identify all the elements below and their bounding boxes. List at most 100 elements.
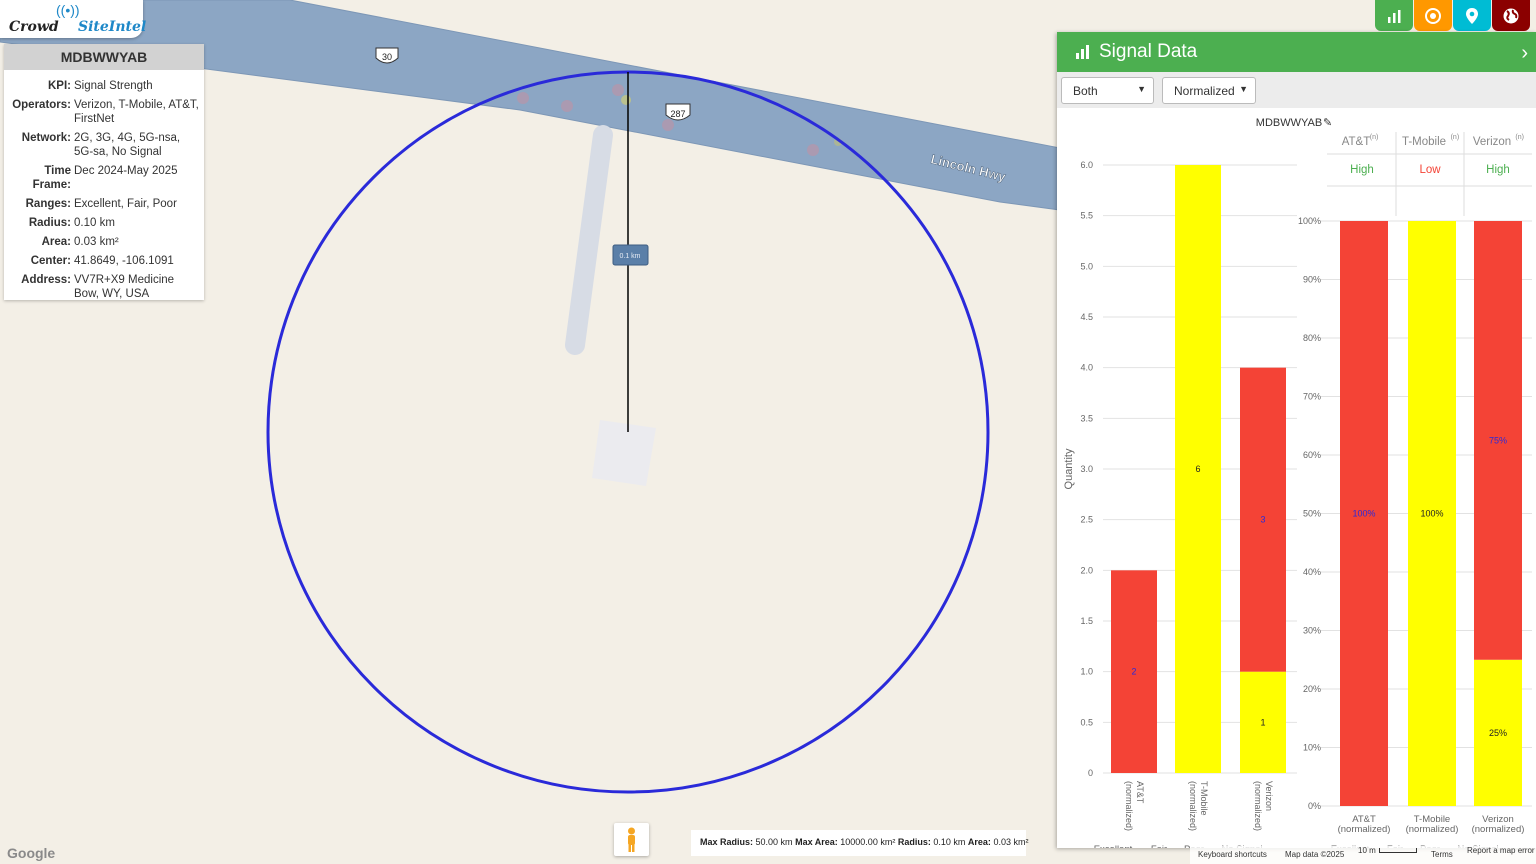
x-category-label: (normalized)	[1124, 781, 1134, 831]
site-info-card: MDBWWYAB KPI: Signal Strength Operators: V…	[4, 44, 204, 300]
y-tick-label: 20%	[1303, 684, 1321, 694]
operator-header-sup: (n)	[1451, 134, 1460, 141]
svg-text:0.1 km: 0.1 km	[619, 253, 640, 260]
y-tick-label: 2.0	[1080, 565, 1093, 575]
report-map-error-link[interactable]: Report a map error	[1467, 846, 1535, 855]
logo-text-siteintel: SiteIntel	[78, 19, 147, 35]
y-tick-label: 10%	[1303, 743, 1321, 753]
y-tick-label: 5.5	[1080, 211, 1093, 221]
pegman-icon	[628, 827, 635, 852]
chart-title: MDBWWYAB	[1256, 117, 1322, 129]
data-label: 6	[1195, 464, 1200, 474]
info-row: Area: 0.03 km²	[41, 236, 119, 248]
data-label: 25%	[1489, 728, 1507, 738]
data-label: 3	[1260, 515, 1265, 525]
signal-data-panel: Signal Data › Both ▼ Normalized ▼ MDBWWYAB…	[1057, 32, 1536, 848]
operator-mode-select[interactable]: Both ▼	[1061, 77, 1154, 104]
edit-pencil-icon: ✎	[1323, 117, 1332, 129]
panel-controls: Both ▼ Normalized ▼	[1057, 72, 1536, 108]
legend-label: Excellent	[1094, 844, 1133, 848]
y-tick-label: 0	[1088, 768, 1093, 778]
y-tick-label: 50%	[1303, 509, 1321, 519]
y-tick-label: 3.0	[1080, 464, 1093, 474]
x-category-label: (normalized)	[1406, 824, 1459, 835]
signal-charts: MDBWWYAB ✎ 0 0.5 1.0 1.5 2.0 2.5 3.0 3.5 4.0 4.5 5.0…	[1063, 117, 1532, 848]
logo-text-crowd: Crowd	[9, 19, 59, 35]
x-category-label: (normalized)	[1338, 824, 1391, 835]
chevron-down-icon: ▼	[1137, 84, 1146, 94]
info-row: Network: 2G, 3G, 4G, 5G-nsa, 5G-sa, No Si…	[21, 132, 181, 158]
info-row: Radius: 0.10 km	[28, 217, 115, 229]
data-label: 75%	[1489, 435, 1507, 445]
globe-icon	[1503, 8, 1519, 23]
y-tick-label: 0%	[1308, 801, 1321, 811]
y-tick-label: 80%	[1303, 333, 1321, 343]
scale-bar	[1379, 848, 1417, 853]
location-button[interactable]	[1453, 0, 1491, 31]
svg-text:287: 287	[670, 109, 685, 119]
radius-label: 0.1 km	[612, 244, 649, 266]
y-tick-label: 1.0	[1080, 667, 1093, 677]
panel-title: Signal Data	[1099, 41, 1198, 62]
x-category-label: (normalized)	[1253, 781, 1263, 831]
chevron-right-icon[interactable]: ›	[1521, 42, 1528, 65]
operator-rating: High	[1486, 164, 1510, 176]
chart-icon	[1388, 9, 1401, 23]
operator-header: Verizon	[1473, 136, 1511, 148]
data-label: 100%	[1352, 509, 1375, 519]
info-row: KPI: Signal Strength	[48, 80, 153, 92]
operator-rating: Low	[1419, 164, 1441, 176]
chevron-down-icon: ▼	[1239, 84, 1248, 94]
y-tick-label: 60%	[1303, 450, 1321, 460]
y-tick-label: 1.5	[1080, 616, 1093, 626]
y-tick-label: 70%	[1303, 392, 1321, 402]
y-tick-label: 2.5	[1080, 515, 1093, 525]
chart-toggle-button[interactable]	[1375, 0, 1413, 31]
x-category-label: (normalized)	[1188, 781, 1198, 831]
legend-label: Fair	[1151, 844, 1167, 848]
street-view-pegman[interactable]	[614, 823, 649, 856]
info-row: Operators: Verizon, T-Mobile, AT&T, First…	[12, 99, 199, 125]
normalization-select[interactable]: Normalized ▼	[1162, 77, 1256, 104]
site-id-header: MDBWWYAB	[4, 44, 204, 70]
x-category-label: Verizon	[1264, 781, 1274, 811]
y-tick-label: 3.5	[1080, 413, 1093, 423]
operator-header: T-Mobile	[1402, 136, 1446, 148]
bar-chart-icon	[1076, 45, 1089, 59]
target-button[interactable]	[1414, 0, 1452, 31]
y-tick-label: 100%	[1298, 216, 1321, 226]
y-tick-label: 40%	[1303, 567, 1321, 577]
y-tick-label: 30%	[1303, 626, 1321, 636]
google-logo: Google	[7, 845, 55, 861]
location-pin-icon	[1466, 7, 1478, 24]
info-row: Time Frame: Dec 2024-May 2025	[32, 165, 178, 191]
y-tick-label: 6.0	[1080, 160, 1093, 170]
keyboard-shortcuts-link[interactable]: Keyboard shortcuts	[1198, 850, 1267, 859]
x-category-label: AT&T	[1135, 781, 1145, 804]
globe-button[interactable]	[1492, 0, 1530, 31]
data-label: 1	[1260, 717, 1265, 727]
y-tick-label: 5.0	[1080, 261, 1093, 271]
info-row: Ranges: Excellent, Fair, Poor	[25, 198, 177, 210]
y-tick-label: 4.5	[1080, 312, 1093, 322]
info-row: Address: VV7R+X9 Medicine Bow, WY, USA	[21, 274, 175, 300]
data-label: 100%	[1420, 509, 1443, 519]
y-tick-label: 0.5	[1080, 717, 1093, 727]
operator-header-sup: (n)	[1515, 134, 1524, 141]
y-tick-label: 4.0	[1080, 363, 1093, 373]
building	[592, 420, 656, 486]
scale-text: 10 m	[1358, 846, 1376, 855]
info-row: Center: 41.8649, -106.1091	[30, 255, 174, 267]
operator-rating: High	[1350, 164, 1374, 176]
x-category-label: (normalized)	[1472, 824, 1525, 835]
radius-limits-bar: Max Radius: 50.00 km Max Area: 10000.00 …	[691, 830, 1028, 856]
map-data-text: Map data ©2025	[1285, 850, 1345, 859]
route-287-shield: 287	[665, 103, 691, 121]
operator-header: AT&T	[1342, 136, 1371, 148]
y-axis-label: Quantity	[1063, 448, 1075, 489]
svg-text:30: 30	[382, 52, 392, 62]
broadcast-tower-icon: ((•))	[56, 2, 80, 18]
app-logo[interactable]: ((•)) Crowd SiteIntel	[0, 0, 147, 38]
terms-link[interactable]: Terms	[1431, 850, 1453, 859]
panel-header: Signal Data ›	[1057, 32, 1536, 72]
